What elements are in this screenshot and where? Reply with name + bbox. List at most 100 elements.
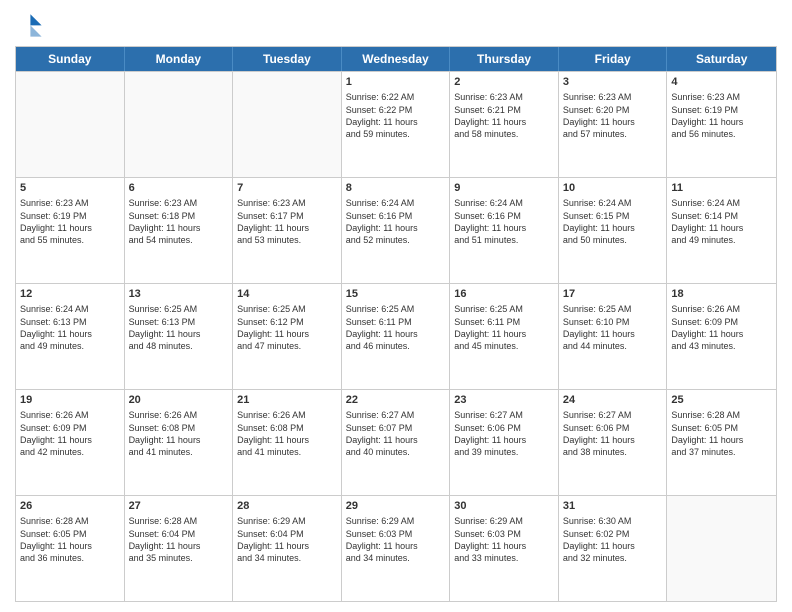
calendar-header: SundayMondayTuesdayWednesdayThursdayFrid… xyxy=(16,47,776,71)
cell-info: Sunrise: 6:26 AM Sunset: 6:09 PM Dayligh… xyxy=(671,303,772,352)
day-number: 13 xyxy=(129,287,229,302)
day-number: 28 xyxy=(237,499,337,514)
day-number: 25 xyxy=(671,393,772,408)
cell-info: Sunrise: 6:23 AM Sunset: 6:18 PM Dayligh… xyxy=(129,197,229,246)
day-number: 22 xyxy=(346,393,446,408)
cell-info: Sunrise: 6:23 AM Sunset: 6:19 PM Dayligh… xyxy=(671,91,772,140)
cell-info: Sunrise: 6:29 AM Sunset: 6:03 PM Dayligh… xyxy=(346,515,446,564)
day-number: 30 xyxy=(454,499,554,514)
calendar-cell: 13Sunrise: 6:25 AM Sunset: 6:13 PM Dayli… xyxy=(125,284,234,389)
calendar-cell: 7Sunrise: 6:23 AM Sunset: 6:17 PM Daylig… xyxy=(233,178,342,283)
calendar-cell: 3Sunrise: 6:23 AM Sunset: 6:20 PM Daylig… xyxy=(559,72,668,177)
calendar-cell: 29Sunrise: 6:29 AM Sunset: 6:03 PM Dayli… xyxy=(342,496,451,601)
day-number: 9 xyxy=(454,181,554,196)
calendar-cell: 20Sunrise: 6:26 AM Sunset: 6:08 PM Dayli… xyxy=(125,390,234,495)
calendar-cell: 24Sunrise: 6:27 AM Sunset: 6:06 PM Dayli… xyxy=(559,390,668,495)
calendar-cell: 12Sunrise: 6:24 AM Sunset: 6:13 PM Dayli… xyxy=(16,284,125,389)
day-number: 18 xyxy=(671,287,772,302)
calendar-cell: 27Sunrise: 6:28 AM Sunset: 6:04 PM Dayli… xyxy=(125,496,234,601)
day-number: 27 xyxy=(129,499,229,514)
cell-info: Sunrise: 6:26 AM Sunset: 6:08 PM Dayligh… xyxy=(129,409,229,458)
day-number: 3 xyxy=(563,75,663,90)
cell-info: Sunrise: 6:25 AM Sunset: 6:12 PM Dayligh… xyxy=(237,303,337,352)
calendar-cell: 2Sunrise: 6:23 AM Sunset: 6:21 PM Daylig… xyxy=(450,72,559,177)
calendar-cell: 30Sunrise: 6:29 AM Sunset: 6:03 PM Dayli… xyxy=(450,496,559,601)
calendar-cell: 21Sunrise: 6:26 AM Sunset: 6:08 PM Dayli… xyxy=(233,390,342,495)
cell-info: Sunrise: 6:27 AM Sunset: 6:06 PM Dayligh… xyxy=(563,409,663,458)
calendar-cell xyxy=(233,72,342,177)
cell-info: Sunrise: 6:25 AM Sunset: 6:13 PM Dayligh… xyxy=(129,303,229,352)
day-number: 26 xyxy=(20,499,120,514)
cell-info: Sunrise: 6:26 AM Sunset: 6:09 PM Dayligh… xyxy=(20,409,120,458)
weekday-header: Tuesday xyxy=(233,47,342,71)
calendar-cell: 1Sunrise: 6:22 AM Sunset: 6:22 PM Daylig… xyxy=(342,72,451,177)
calendar: SundayMondayTuesdayWednesdayThursdayFrid… xyxy=(15,46,777,602)
calendar-cell: 14Sunrise: 6:25 AM Sunset: 6:12 PM Dayli… xyxy=(233,284,342,389)
calendar-row: 5Sunrise: 6:23 AM Sunset: 6:19 PM Daylig… xyxy=(16,177,776,283)
calendar-row: 19Sunrise: 6:26 AM Sunset: 6:09 PM Dayli… xyxy=(16,389,776,495)
day-number: 23 xyxy=(454,393,554,408)
day-number: 2 xyxy=(454,75,554,90)
day-number: 5 xyxy=(20,181,120,196)
calendar-cell: 19Sunrise: 6:26 AM Sunset: 6:09 PM Dayli… xyxy=(16,390,125,495)
cell-info: Sunrise: 6:24 AM Sunset: 6:15 PM Dayligh… xyxy=(563,197,663,246)
day-number: 24 xyxy=(563,393,663,408)
day-number: 12 xyxy=(20,287,120,302)
calendar-cell: 28Sunrise: 6:29 AM Sunset: 6:04 PM Dayli… xyxy=(233,496,342,601)
calendar-cell xyxy=(125,72,234,177)
header xyxy=(15,10,777,38)
calendar-cell: 10Sunrise: 6:24 AM Sunset: 6:15 PM Dayli… xyxy=(559,178,668,283)
page: SundayMondayTuesdayWednesdayThursdayFrid… xyxy=(0,0,792,612)
cell-info: Sunrise: 6:25 AM Sunset: 6:11 PM Dayligh… xyxy=(346,303,446,352)
cell-info: Sunrise: 6:25 AM Sunset: 6:11 PM Dayligh… xyxy=(454,303,554,352)
calendar-row: 26Sunrise: 6:28 AM Sunset: 6:05 PM Dayli… xyxy=(16,495,776,601)
calendar-cell: 6Sunrise: 6:23 AM Sunset: 6:18 PM Daylig… xyxy=(125,178,234,283)
cell-info: Sunrise: 6:30 AM Sunset: 6:02 PM Dayligh… xyxy=(563,515,663,564)
day-number: 8 xyxy=(346,181,446,196)
cell-info: Sunrise: 6:29 AM Sunset: 6:04 PM Dayligh… xyxy=(237,515,337,564)
calendar-cell: 15Sunrise: 6:25 AM Sunset: 6:11 PM Dayli… xyxy=(342,284,451,389)
calendar-cell: 4Sunrise: 6:23 AM Sunset: 6:19 PM Daylig… xyxy=(667,72,776,177)
calendar-cell: 9Sunrise: 6:24 AM Sunset: 6:16 PM Daylig… xyxy=(450,178,559,283)
cell-info: Sunrise: 6:27 AM Sunset: 6:07 PM Dayligh… xyxy=(346,409,446,458)
day-number: 19 xyxy=(20,393,120,408)
calendar-cell: 16Sunrise: 6:25 AM Sunset: 6:11 PM Dayli… xyxy=(450,284,559,389)
calendar-cell: 22Sunrise: 6:27 AM Sunset: 6:07 PM Dayli… xyxy=(342,390,451,495)
day-number: 29 xyxy=(346,499,446,514)
calendar-cell xyxy=(667,496,776,601)
cell-info: Sunrise: 6:24 AM Sunset: 6:13 PM Dayligh… xyxy=(20,303,120,352)
calendar-row: 12Sunrise: 6:24 AM Sunset: 6:13 PM Dayli… xyxy=(16,283,776,389)
cell-info: Sunrise: 6:25 AM Sunset: 6:10 PM Dayligh… xyxy=(563,303,663,352)
calendar-cell: 23Sunrise: 6:27 AM Sunset: 6:06 PM Dayli… xyxy=(450,390,559,495)
day-number: 14 xyxy=(237,287,337,302)
day-number: 10 xyxy=(563,181,663,196)
weekday-header: Wednesday xyxy=(342,47,451,71)
day-number: 6 xyxy=(129,181,229,196)
cell-info: Sunrise: 6:26 AM Sunset: 6:08 PM Dayligh… xyxy=(237,409,337,458)
calendar-cell: 8Sunrise: 6:24 AM Sunset: 6:16 PM Daylig… xyxy=(342,178,451,283)
calendar-cell: 25Sunrise: 6:28 AM Sunset: 6:05 PM Dayli… xyxy=(667,390,776,495)
cell-info: Sunrise: 6:24 AM Sunset: 6:16 PM Dayligh… xyxy=(454,197,554,246)
logo-icon xyxy=(15,10,43,38)
weekday-header: Saturday xyxy=(667,47,776,71)
cell-info: Sunrise: 6:27 AM Sunset: 6:06 PM Dayligh… xyxy=(454,409,554,458)
calendar-row: 1Sunrise: 6:22 AM Sunset: 6:22 PM Daylig… xyxy=(16,71,776,177)
weekday-header: Friday xyxy=(559,47,668,71)
cell-info: Sunrise: 6:23 AM Sunset: 6:17 PM Dayligh… xyxy=(237,197,337,246)
calendar-cell: 26Sunrise: 6:28 AM Sunset: 6:05 PM Dayli… xyxy=(16,496,125,601)
cell-info: Sunrise: 6:24 AM Sunset: 6:16 PM Dayligh… xyxy=(346,197,446,246)
day-number: 31 xyxy=(563,499,663,514)
calendar-cell: 17Sunrise: 6:25 AM Sunset: 6:10 PM Dayli… xyxy=(559,284,668,389)
cell-info: Sunrise: 6:24 AM Sunset: 6:14 PM Dayligh… xyxy=(671,197,772,246)
calendar-cell: 18Sunrise: 6:26 AM Sunset: 6:09 PM Dayli… xyxy=(667,284,776,389)
cell-info: Sunrise: 6:22 AM Sunset: 6:22 PM Dayligh… xyxy=(346,91,446,140)
day-number: 7 xyxy=(237,181,337,196)
cell-info: Sunrise: 6:23 AM Sunset: 6:19 PM Dayligh… xyxy=(20,197,120,246)
weekday-header: Monday xyxy=(125,47,234,71)
cell-info: Sunrise: 6:28 AM Sunset: 6:05 PM Dayligh… xyxy=(20,515,120,564)
calendar-cell: 11Sunrise: 6:24 AM Sunset: 6:14 PM Dayli… xyxy=(667,178,776,283)
day-number: 15 xyxy=(346,287,446,302)
day-number: 1 xyxy=(346,75,446,90)
calendar-cell: 31Sunrise: 6:30 AM Sunset: 6:02 PM Dayli… xyxy=(559,496,668,601)
calendar-cell xyxy=(16,72,125,177)
